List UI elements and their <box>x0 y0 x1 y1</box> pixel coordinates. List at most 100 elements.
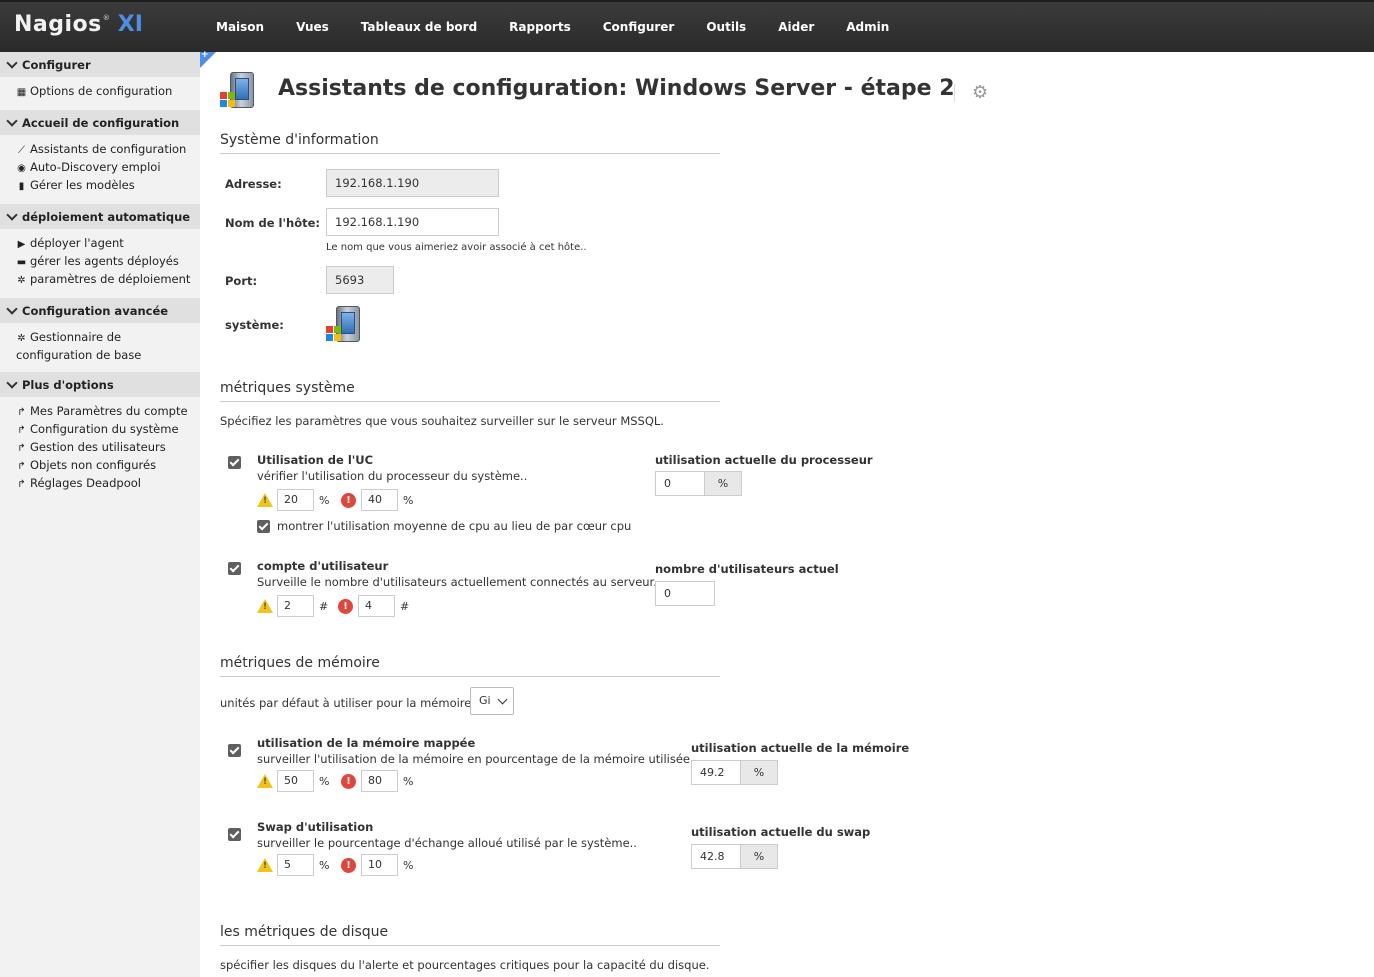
swap-description: surveiller le pourcentage d'échange allo… <box>257 836 637 850</box>
swap-current-value[interactable]: 42.8 <box>691 844 741 869</box>
sidebar-item-modeles[interactable]: ▮ Gérer les modèles <box>16 177 200 195</box>
nav-maison[interactable]: Maison <box>200 2 280 52</box>
grid-icon: ▦ <box>16 87 27 98</box>
share-icon: ↱ <box>17 461 26 472</box>
disk-metrics-description: spécifier les disques du l'alerte et pou… <box>220 958 710 972</box>
top-navbar: Nagios ® XI Maison Vues Tableaux de bord R… <box>0 0 1374 52</box>
sidebar-item-label: Mes Paramètres du compte <box>30 404 188 418</box>
windows-server-icon <box>326 306 364 346</box>
users-title: compte d'utilisateur <box>257 559 389 573</box>
section-title-disk-metrics: les métriques de disque <box>220 924 720 946</box>
mapped-memory-description: surveiller l'utilisation de la mémoire e… <box>257 752 694 766</box>
gear-icon: ✲ <box>17 333 26 344</box>
logo-suffix: XI <box>117 12 143 37</box>
sidebar-item-options-de-configuration[interactable]: ▦ Options de configuration <box>16 83 200 101</box>
cpu-title: Utilisation de l'UC <box>257 453 374 467</box>
plus-icon: + <box>201 50 209 60</box>
eye-icon: ◉ <box>17 163 26 174</box>
chevron-down-icon <box>6 56 18 69</box>
gear-icon[interactable]: ⚙ <box>972 82 988 103</box>
users-checkbox[interactable] <box>228 562 241 575</box>
sidebar-item-deployer-agent[interactable]: ▶ déployer l'agent <box>16 235 200 253</box>
critical-icon: ! <box>341 858 356 873</box>
chevron-down-icon <box>497 694 508 705</box>
nagios-xi-logo[interactable]: Nagios ® XI <box>14 12 143 42</box>
chevron-down-icon <box>6 208 18 221</box>
swap-warning-input[interactable]: 5 <box>277 854 314 876</box>
folder-icon: ▬ <box>16 257 27 268</box>
users-current-value[interactable]: 0 <box>655 581 715 606</box>
sidebar-section-header[interactable]: Accueil de configuration <box>0 110 200 135</box>
mapped-memory-critical-unit: % <box>403 775 414 788</box>
port-field[interactable]: 5693 <box>326 266 394 294</box>
nav-configurer[interactable]: Configurer <box>587 2 691 52</box>
cpu-checkbox[interactable] <box>228 456 241 469</box>
section-title-information: Système d'information <box>220 132 720 154</box>
sidebar-section-header[interactable]: Plus d'options <box>0 372 200 397</box>
cpu-critical-unit: % <box>403 494 414 507</box>
users-critical-input[interactable]: 4 <box>358 595 395 617</box>
nav-aider[interactable]: Aider <box>762 2 830 52</box>
cpu-current-label: utilisation actuelle du processeur <box>655 453 873 467</box>
sidebar-item-parametres-deploiement[interactable]: ✲ paramètres de déploiement <box>16 271 200 289</box>
sidebar-item-auto-discovery[interactable]: ◉ Auto-Discovery emploi <box>16 159 200 177</box>
sidebar-item-configuration-systeme[interactable]: ↱ Configuration du système <box>16 421 200 439</box>
sidebar-section-title: Configurer <box>22 57 91 72</box>
users-current-label: nombre d'utilisateurs actuel <box>655 562 839 576</box>
sidebar-item-label: Assistants de configuration <box>30 142 187 156</box>
sidebar-item-label: Configuration du système <box>30 422 179 436</box>
sidebar-item-objets-non-configures[interactable]: ↱ Objets non configurés <box>16 457 200 475</box>
cpu-description: vérifier l'utilisation du processeur du … <box>257 469 528 483</box>
address-label: Adresse: <box>225 177 282 191</box>
users-warning-input[interactable]: 2 <box>277 595 314 617</box>
cpu-current-unit: % <box>705 471 742 496</box>
cpu-warning-input[interactable]: 20 <box>277 489 314 511</box>
mapped-memory-checkbox[interactable] <box>228 744 241 757</box>
hostname-label: Nom de l'hôte: <box>225 216 320 230</box>
sidebar-item-parametres-compte[interactable]: ↱ Mes Paramètres du compte <box>16 403 200 421</box>
critical-icon: ! <box>338 599 353 614</box>
logo-text: Nagios <box>14 12 102 37</box>
hostname-field[interactable]: 192.168.1.190 <box>326 208 499 236</box>
users-warning-unit: # <box>319 600 329 613</box>
sidebar-section-header[interactable]: déploiement automatique <box>0 204 200 229</box>
page-title: Assistants de configuration: Windows Ser… <box>278 76 955 101</box>
swap-critical-input[interactable]: 10 <box>361 854 398 876</box>
memory-current-value[interactable]: 49.2 <box>691 760 741 785</box>
share-icon: ↱ <box>17 407 26 418</box>
sidebar-item-reglages-deadpool[interactable]: ↱ Réglages Deadpool <box>16 475 200 493</box>
title-divider <box>954 84 955 102</box>
sidebar-section-title: Accueil de configuration <box>22 115 180 130</box>
sidebar-item-gestion-utilisateurs[interactable]: ↱ Gestion des utilisateurs <box>16 439 200 457</box>
nav-rapports[interactable]: Rapports <box>493 2 587 52</box>
address-field[interactable]: 192.168.1.190 <box>326 169 499 197</box>
share-icon: ↱ <box>17 443 26 454</box>
cpu-current-value[interactable]: 0 <box>655 471 705 496</box>
memory-units-select[interactable]: Gi <box>470 687 514 715</box>
share-icon: ↱ <box>17 479 26 490</box>
sidebar-item-assistants[interactable]: ⟋ Assistants de configuration <box>16 141 200 159</box>
sidebar-section-title: Configuration avancée <box>22 303 169 318</box>
sidebar-section-header[interactable]: Configuration avancée <box>0 298 200 323</box>
swap-warning-unit: % <box>319 859 330 872</box>
swap-checkbox[interactable] <box>228 828 241 841</box>
warning-icon: ! <box>257 774 273 788</box>
nav-outils[interactable]: Outils <box>690 2 762 52</box>
cpu-average-checkbox[interactable] <box>257 520 270 533</box>
mapped-memory-critical-input[interactable]: 80 <box>361 770 398 792</box>
sidebar-item-label: Gestion des utilisateurs <box>30 440 166 454</box>
mapped-memory-warning-input[interactable]: 50 <box>277 770 314 792</box>
sidebar-item-label: Options de configuration <box>30 84 173 98</box>
warning-icon: ! <box>257 599 273 613</box>
cpu-average-label: montrer l'utilisation moyenne de cpu au … <box>277 519 632 533</box>
sidebar-section-header[interactable]: Configurer <box>0 52 200 77</box>
sidebar-item-label: Gérer les modèles <box>30 178 135 192</box>
swap-current-label: utilisation actuelle du swap <box>691 825 871 839</box>
sidebar-item-gestionnaire-configuration[interactable]: ✲ Gestionnaire de configuration de base <box>16 329 194 363</box>
nav-admin[interactable]: Admin <box>830 2 905 52</box>
nav-vues[interactable]: Vues <box>280 2 345 52</box>
sidebar-item-gerer-agents[interactable]: ▬ gérer les agents déployés <box>16 253 200 271</box>
nav-tableaux-de-bord[interactable]: Tableaux de bord <box>345 2 493 52</box>
cpu-critical-input[interactable]: 40 <box>361 489 398 511</box>
chevron-down-icon <box>6 114 18 127</box>
